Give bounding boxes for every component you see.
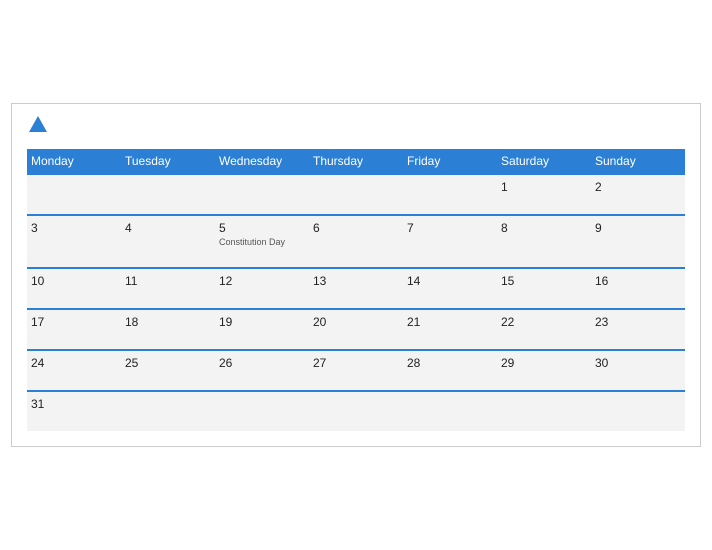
logo bbox=[27, 114, 53, 141]
day-number: 15 bbox=[501, 274, 587, 288]
calendar-cell: 26 bbox=[215, 350, 309, 391]
calendar-week-row: 24 25 26 27 28 29 30 bbox=[27, 350, 685, 391]
day-number: 8 bbox=[501, 221, 587, 235]
calendar-week-row: 31 bbox=[27, 391, 685, 431]
day-number: 26 bbox=[219, 356, 305, 370]
day-number: 19 bbox=[219, 315, 305, 329]
calendar-cell: 6 bbox=[309, 215, 403, 268]
calendar-week-row: 345 Constitution Day 6789 bbox=[27, 215, 685, 268]
calendar-cell: 25 bbox=[121, 350, 215, 391]
logo-icon bbox=[27, 114, 49, 136]
calendar-cell: 18 bbox=[121, 309, 215, 350]
calendar-cell: 2 bbox=[591, 174, 685, 215]
day-number: 5 bbox=[219, 221, 305, 235]
calendar-week-row: 12 bbox=[27, 174, 685, 215]
calendar-header bbox=[27, 114, 685, 141]
day-number: 24 bbox=[31, 356, 117, 370]
calendar-table: MondayTuesdayWednesdayThursdayFridaySatu… bbox=[27, 149, 685, 431]
day-number: 3 bbox=[31, 221, 117, 235]
day-number: 12 bbox=[219, 274, 305, 288]
calendar-week-row: 17 18 19 20 21 22 23 bbox=[27, 309, 685, 350]
calendar-cell: 30 bbox=[591, 350, 685, 391]
calendar-cell: 12 bbox=[215, 268, 309, 309]
calendar-cell bbox=[215, 391, 309, 431]
calendar-cell: 7 bbox=[403, 215, 497, 268]
day-number: 20 bbox=[313, 315, 399, 329]
calendar-cell: 13 bbox=[309, 268, 403, 309]
calendar-cell: 4 bbox=[121, 215, 215, 268]
day-number: 30 bbox=[595, 356, 681, 370]
calendar-cell bbox=[309, 174, 403, 215]
event-label: Constitution Day bbox=[219, 237, 305, 247]
calendar-cell: 3 bbox=[27, 215, 121, 268]
calendar-cell: 19 bbox=[215, 309, 309, 350]
day-number: 29 bbox=[501, 356, 587, 370]
day-number: 22 bbox=[501, 315, 587, 329]
day-number: 13 bbox=[313, 274, 399, 288]
day-number: 7 bbox=[407, 221, 493, 235]
calendar-cell: 27 bbox=[309, 350, 403, 391]
calendar-cell: 16 bbox=[591, 268, 685, 309]
weekday-header: Saturday bbox=[497, 149, 591, 174]
calendar-cell: 24 bbox=[27, 350, 121, 391]
day-number: 14 bbox=[407, 274, 493, 288]
calendar-cell: 23 bbox=[591, 309, 685, 350]
day-number: 23 bbox=[595, 315, 681, 329]
day-number: 1 bbox=[501, 180, 587, 194]
calendar-cell: 10 bbox=[27, 268, 121, 309]
weekday-header: Wednesday bbox=[215, 149, 309, 174]
calendar-cell: 21 bbox=[403, 309, 497, 350]
calendar-cell bbox=[121, 174, 215, 215]
calendar-week-row: 10 11 12 13 14 15 16 bbox=[27, 268, 685, 309]
weekday-header: Monday bbox=[27, 149, 121, 174]
weekday-header: Friday bbox=[403, 149, 497, 174]
calendar-cell: 8 bbox=[497, 215, 591, 268]
weekday-header: Tuesday bbox=[121, 149, 215, 174]
day-number: 9 bbox=[595, 221, 681, 235]
weekday-header-row: MondayTuesdayWednesdayThursdayFridaySatu… bbox=[27, 149, 685, 174]
calendar-cell: 28 bbox=[403, 350, 497, 391]
weekday-header: Sunday bbox=[591, 149, 685, 174]
calendar-cell bbox=[215, 174, 309, 215]
calendar-container: MondayTuesdayWednesdayThursdayFridaySatu… bbox=[11, 103, 701, 447]
calendar-cell: 15 bbox=[497, 268, 591, 309]
calendar-cell bbox=[403, 391, 497, 431]
day-number: 17 bbox=[31, 315, 117, 329]
calendar-cell bbox=[27, 174, 121, 215]
calendar-cell bbox=[121, 391, 215, 431]
calendar-cell bbox=[403, 174, 497, 215]
calendar-cell: 17 bbox=[27, 309, 121, 350]
day-number: 2 bbox=[595, 180, 681, 194]
calendar-cell bbox=[309, 391, 403, 431]
calendar-cell: 11 bbox=[121, 268, 215, 309]
day-number: 25 bbox=[125, 356, 211, 370]
calendar-cell: 9 bbox=[591, 215, 685, 268]
day-number: 16 bbox=[595, 274, 681, 288]
day-number: 27 bbox=[313, 356, 399, 370]
calendar-cell: 20 bbox=[309, 309, 403, 350]
calendar-cell: 29 bbox=[497, 350, 591, 391]
weekday-header: Thursday bbox=[309, 149, 403, 174]
day-number: 31 bbox=[31, 397, 117, 411]
day-number: 11 bbox=[125, 274, 211, 288]
calendar-cell: 22 bbox=[497, 309, 591, 350]
calendar-cell bbox=[591, 391, 685, 431]
day-number: 4 bbox=[125, 221, 211, 235]
calendar-cell: 1 bbox=[497, 174, 591, 215]
calendar-cell: 31 bbox=[27, 391, 121, 431]
calendar-cell bbox=[497, 391, 591, 431]
calendar-cell: 5 Constitution Day bbox=[215, 215, 309, 268]
day-number: 6 bbox=[313, 221, 399, 235]
calendar-cell: 14 bbox=[403, 268, 497, 309]
day-number: 21 bbox=[407, 315, 493, 329]
day-number: 10 bbox=[31, 274, 117, 288]
day-number: 28 bbox=[407, 356, 493, 370]
day-number: 18 bbox=[125, 315, 211, 329]
